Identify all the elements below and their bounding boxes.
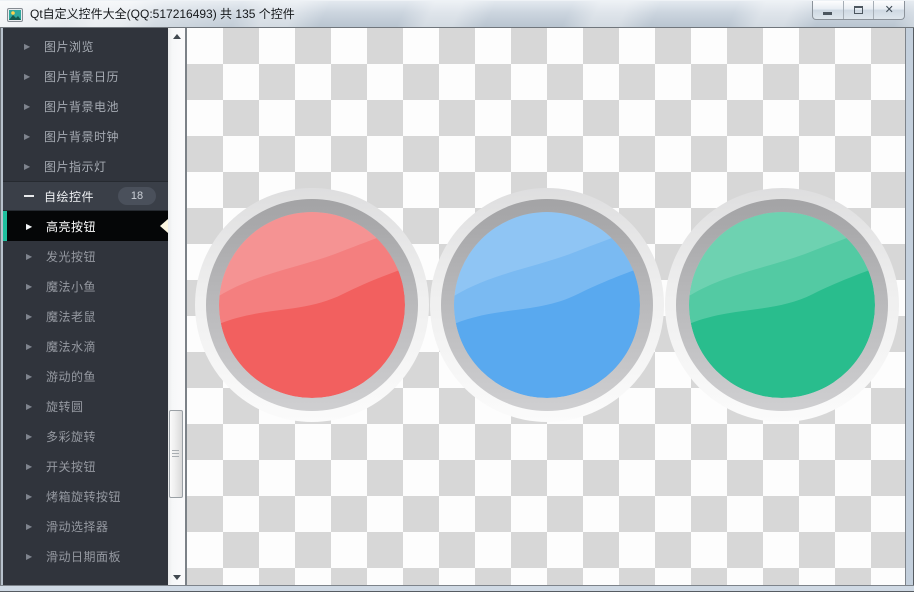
sidebar-item-label: 魔法水滴 (46, 339, 97, 354)
sidebar-item-oven-knob[interactable]: ▶ 烤箱旋转按钮 (3, 481, 168, 511)
chevron-right-icon: ▶ (24, 101, 31, 111)
button-face-blue (454, 212, 640, 398)
sidebar-item-label: 魔法小鱼 (46, 279, 97, 294)
sidebar-item-rotating-circle[interactable]: ▶ 旋转圆 (3, 391, 168, 421)
count-badge: 18 (118, 187, 156, 205)
close-button[interactable]: ✕ (874, 1, 904, 19)
sidebar-item-swimming-fish[interactable]: ▶ 游动的鱼 (3, 361, 168, 391)
maximize-button[interactable] (844, 1, 875, 19)
collapse-minus-icon (24, 195, 34, 197)
chevron-right-icon: ▶ (26, 341, 33, 351)
sidebar-item-label: 图片背景日历 (44, 69, 120, 84)
sidebar-item-image-indicator[interactable]: ▶ 图片指示灯 (3, 151, 168, 181)
sidebar-item-label: 开关按钮 (46, 459, 97, 474)
sidebar-item-label: 滑动日期面板 (46, 549, 122, 564)
window-frame-bottom (0, 585, 914, 592)
sidebar-item-switch-button[interactable]: ▶ 开关按钮 (3, 451, 168, 481)
sidebar-item-label: 魔法老鼠 (46, 309, 97, 324)
sidebar-group-selfdrawn[interactable]: 自绘控件 18 (3, 181, 168, 211)
arrow-down-icon (172, 574, 181, 580)
sidebar-group-label: 自绘控件 (44, 189, 95, 204)
button-face-green (689, 212, 875, 398)
chevron-right-icon: ▶ (24, 41, 31, 51)
sidebar-item-magic-drop[interactable]: ▶ 魔法水滴 (3, 331, 168, 361)
sidebar-item-label: 烤箱旋转按钮 (46, 489, 122, 504)
sidebar-item-glow-button[interactable]: ▶ 发光按钮 (3, 241, 168, 271)
chevron-right-icon: ▶ (24, 131, 31, 141)
arrow-up-icon (172, 33, 181, 39)
chevron-right-icon: ▶ (26, 461, 33, 471)
highlight-button-green[interactable] (665, 188, 899, 422)
sidebar-nav: ▶ 图片浏览 ▶ 图片背景日历 ▶ 图片背景电池 ▶ 图片背景时钟 ▶ 图片指示… (3, 28, 168, 585)
minimize-button[interactable] (813, 1, 844, 19)
sidebar-item-image-calendar[interactable]: ▶ 图片背景日历 (3, 61, 168, 91)
sidebar-item-label: 高亮按钮 (46, 219, 97, 234)
close-icon: ✕ (884, 3, 894, 16)
chevron-right-icon: ▶ (26, 311, 33, 321)
scroll-up-button[interactable] (168, 28, 185, 44)
selected-pointer-icon (160, 219, 168, 233)
sidebar-item-label: 多彩旋转 (46, 429, 97, 444)
sidebar-item-image-clock[interactable]: ▶ 图片背景时钟 (3, 121, 168, 151)
sidebar-item-colorful-rotate[interactable]: ▶ 多彩旋转 (3, 421, 168, 451)
sidebar-scrollbar[interactable] (168, 28, 185, 585)
app-picture-icon (7, 8, 23, 22)
scrollbar-thumb[interactable] (169, 410, 183, 498)
sidebar-item-magic-mouse[interactable]: ▶ 魔法老鼠 (3, 301, 168, 331)
sidebar-item-highlight-button[interactable]: ▶ 高亮按钮 (3, 211, 168, 241)
sidebar-item-image-browse[interactable]: ▶ 图片浏览 (3, 31, 168, 61)
sidebar-item-label: 图片浏览 (44, 39, 95, 54)
chevron-right-icon: ▶ (26, 491, 33, 501)
chevron-right-icon: ▶ (26, 521, 33, 531)
button-face-red (219, 212, 405, 398)
sidebar-item-magic-fish[interactable]: ▶ 魔法小鱼 (3, 271, 168, 301)
window-frame-right (905, 28, 914, 585)
sidebar-item-label: 滑动选择器 (46, 519, 109, 534)
sidebar-item-image-battery[interactable]: ▶ 图片背景电池 (3, 91, 168, 121)
scroll-down-button[interactable] (168, 569, 185, 585)
app-window: Qt自定义控件大全(QQ:517216493) 共 135 个控件 ✕ ▶ 图片… (0, 0, 914, 592)
chevron-right-icon: ▶ (26, 551, 33, 561)
window-controls: ✕ (812, 1, 905, 20)
sidebar-item-label: 图片背景电池 (44, 99, 120, 114)
chevron-right-icon: ▶ (24, 71, 31, 81)
chevron-right-icon: ▶ (26, 251, 33, 261)
chevron-right-icon: ▶ (26, 221, 33, 231)
chevron-right-icon: ▶ (26, 401, 33, 411)
title-bar: Qt自定义控件大全(QQ:517216493) 共 135 个控件 ✕ (0, 0, 914, 28)
maximize-icon (854, 6, 863, 14)
sidebar-item-label: 图片背景时钟 (44, 129, 120, 144)
highlight-button-red[interactable] (195, 188, 429, 422)
sidebar-item-label: 游动的鱼 (46, 369, 97, 384)
sidebar-item-label: 图片指示灯 (44, 159, 107, 174)
window-title: Qt自定义控件大全(QQ:517216493) 共 135 个控件 (30, 7, 295, 21)
minimize-icon (823, 12, 833, 15)
chevron-right-icon: ▶ (26, 371, 33, 381)
sidebar-item-label: 旋转圆 (46, 399, 84, 414)
content-area-checkerboard (187, 28, 905, 585)
chevron-right-icon: ▶ (24, 161, 31, 171)
sidebar-item-slide-date-panel[interactable]: ▶ 滑动日期面板 (3, 541, 168, 571)
chevron-right-icon: ▶ (26, 431, 33, 441)
highlight-button-blue[interactable] (430, 188, 664, 422)
sidebar-item-slide-selector[interactable]: ▶ 滑动选择器 (3, 511, 168, 541)
sidebar-item-label: 发光按钮 (46, 249, 97, 264)
chevron-right-icon: ▶ (26, 281, 33, 291)
